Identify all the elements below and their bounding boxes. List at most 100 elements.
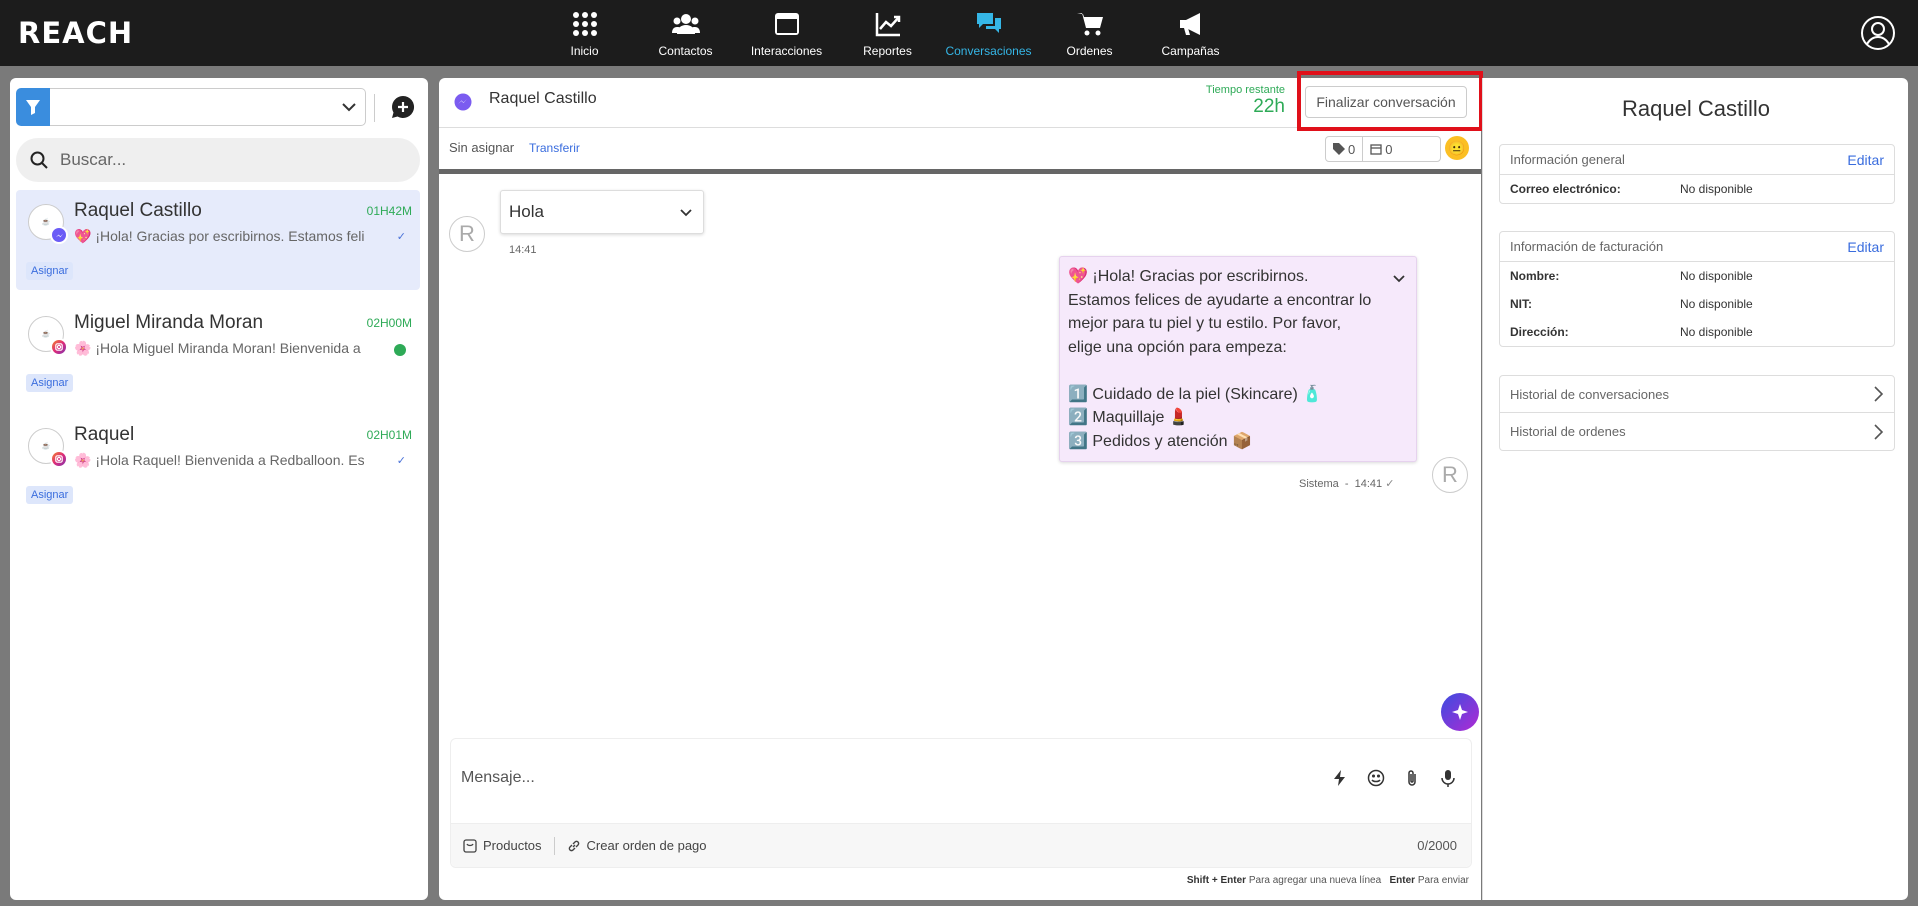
message-composer: Mensaje... Productos Crear orden de pago… bbox=[450, 738, 1472, 868]
megaphone-icon bbox=[1179, 13, 1200, 35]
filter-button[interactable] bbox=[16, 88, 50, 126]
attachment-icon[interactable] bbox=[1403, 769, 1421, 787]
assign-button[interactable]: Asignar bbox=[26, 486, 74, 504]
nav-label: Interacciones bbox=[750, 44, 823, 58]
chat-icon bbox=[976, 13, 1001, 33]
nav-ordenes[interactable]: Ordenes bbox=[1039, 0, 1140, 66]
conversation-time: 02H00M bbox=[366, 316, 412, 330]
reports-icon bbox=[875, 13, 900, 37]
lightning-icon[interactable] bbox=[1331, 769, 1349, 787]
conversation-item[interactable]: ☕ Raquel Castillo 01H42M 💖 ¡Hola! Gracia… bbox=[16, 190, 420, 290]
emoji-icon[interactable]: 😐 bbox=[1445, 136, 1469, 160]
products-button[interactable]: Productos bbox=[451, 838, 554, 853]
filter-row bbox=[16, 88, 420, 126]
conversation-time: 02H01M bbox=[366, 428, 412, 442]
incoming-message[interactable]: Hola bbox=[500, 190, 704, 234]
nav-inicio[interactable]: Inicio bbox=[534, 0, 635, 66]
conversation-time: 01H42M bbox=[366, 204, 412, 218]
assignment-status: Sin asignar bbox=[449, 140, 515, 155]
check-icon: ✓ bbox=[1385, 478, 1395, 490]
microphone-icon[interactable] bbox=[1439, 769, 1457, 787]
hint-key: Shift + Enter bbox=[1186, 875, 1247, 886]
message-time: 14:41 bbox=[509, 244, 537, 256]
messenger-icon bbox=[454, 93, 472, 111]
product-icon bbox=[463, 838, 477, 853]
nav-label: Inicio bbox=[570, 44, 599, 58]
edit-general-link[interactable]: Editar bbox=[1847, 152, 1884, 168]
contacts-icon bbox=[671, 14, 700, 34]
grid-icon bbox=[572, 12, 597, 36]
field-value: No disponible bbox=[1680, 182, 1753, 196]
nav-interacciones[interactable]: Interacciones bbox=[736, 0, 837, 66]
field-label: Correo electrónico: bbox=[1510, 182, 1621, 196]
assign-button[interactable]: Asignar bbox=[26, 262, 74, 280]
filter-icon bbox=[26, 100, 40, 115]
search-input[interactable] bbox=[60, 150, 400, 170]
filter-select[interactable] bbox=[50, 88, 366, 126]
chat-subheader: Sin asignar Transferir 0 0 😐 bbox=[439, 128, 1481, 174]
messenger-icon bbox=[50, 226, 68, 244]
contact-info-panel: Raquel Castillo Información general Edit… bbox=[1482, 78, 1908, 900]
create-order-button[interactable]: Crear orden de pago bbox=[555, 838, 719, 853]
conversation-item[interactable]: ☕ Raquel 02H01M 🌸 ¡Hola Raquel! Bienveni… bbox=[16, 414, 420, 514]
chevron-down-icon[interactable] bbox=[1392, 271, 1406, 285]
card-title: Información general bbox=[1510, 152, 1625, 167]
nav-contactos[interactable]: Contactos bbox=[635, 0, 736, 66]
card-header: Información de facturación Editar bbox=[1500, 232, 1894, 262]
divider bbox=[374, 94, 375, 122]
nav-campanas[interactable]: Campañas bbox=[1140, 0, 1241, 66]
link-label: Historial de conversaciones bbox=[1510, 386, 1669, 402]
keyboard-hint: Shift + Enter Para agregar una nueva lín… bbox=[1187, 875, 1469, 886]
billing-info-card: Información de facturación Editar Nombre… bbox=[1499, 231, 1895, 347]
conversation-history-link[interactable]: Historial de conversaciones bbox=[1499, 375, 1895, 413]
products-label: Productos bbox=[483, 838, 542, 853]
outgoing-message[interactable]: 💖 ¡Hola! Gracias por escribirnos. Estamo… bbox=[1059, 256, 1417, 462]
field-label: Nombre: bbox=[1510, 269, 1560, 283]
nav-label: Ordenes bbox=[1066, 44, 1113, 58]
tags-notes-box: 0 0 bbox=[1325, 136, 1441, 162]
conversation-list-panel: ☕ Raquel Castillo 01H42M 💖 ¡Hola! Gracia… bbox=[10, 78, 428, 900]
reach-logo[interactable]: REACH bbox=[18, 16, 133, 50]
transfer-link[interactable]: Transferir bbox=[529, 141, 580, 155]
instagram-icon bbox=[50, 450, 68, 468]
time-remaining-label: Tiempo restante bbox=[1205, 84, 1285, 96]
message-line: mejor para tu piel y tu estilo. Por favo… bbox=[1068, 315, 1342, 332]
tags-button[interactable]: 0 bbox=[1326, 142, 1362, 157]
nav-label: Reportes bbox=[863, 44, 912, 58]
user-profile-icon[interactable] bbox=[1860, 15, 1896, 51]
message-line bbox=[1068, 359, 1408, 383]
message-line: 2️⃣ Maquillaje 💄 bbox=[1068, 409, 1189, 426]
conversation-item[interactable]: ☕ Miguel Miranda Moran 02H00M 🌸 ¡Hola Mi… bbox=[16, 302, 420, 402]
order-history-link[interactable]: Historial de ordenes bbox=[1499, 413, 1895, 451]
char-count: 0/2000 bbox=[1417, 838, 1457, 853]
composer-tools bbox=[1331, 769, 1457, 787]
nav-conversaciones[interactable]: Conversaciones bbox=[938, 0, 1039, 66]
info-row: Correo electrónico: No disponible bbox=[1500, 175, 1894, 203]
message-line: 3️⃣ Pedidos y atención 📦 bbox=[1068, 432, 1252, 450]
info-row: NIT: No disponible bbox=[1500, 290, 1894, 318]
ai-sparkle-button[interactable] bbox=[1441, 693, 1479, 731]
edit-billing-link[interactable]: Editar bbox=[1847, 239, 1884, 255]
emoji-icon[interactable] bbox=[1367, 769, 1385, 787]
online-indicator bbox=[394, 344, 406, 356]
chevron-down-icon[interactable] bbox=[679, 205, 693, 219]
field-label: Dirección: bbox=[1510, 325, 1569, 339]
conversation-name: Miguel Miranda Moran bbox=[74, 312, 264, 333]
nav-label: Contactos bbox=[658, 44, 713, 58]
assign-button[interactable]: Asignar bbox=[26, 374, 74, 392]
message-input[interactable]: Mensaje... bbox=[461, 769, 535, 787]
general-info-card: Información general Editar Correo electr… bbox=[1499, 144, 1895, 204]
time-remaining: Tiempo restante 22h bbox=[1206, 84, 1285, 118]
message-meta: Sistema - 14:41 ✓ bbox=[1299, 477, 1394, 490]
field-label: NIT: bbox=[1510, 297, 1532, 311]
nav-label: Campañas bbox=[1161, 44, 1220, 58]
field-value: No disponible bbox=[1680, 325, 1753, 339]
notes-count: 0 bbox=[1385, 141, 1393, 157]
new-chat-icon[interactable] bbox=[391, 95, 415, 119]
calendar-icon bbox=[1370, 144, 1382, 155]
notes-button[interactable]: 0 bbox=[1362, 136, 1399, 162]
nav-reportes[interactable]: Reportes bbox=[837, 0, 938, 66]
top-navbar: REACH Inicio Contactos Interacciones Rep… bbox=[0, 0, 1918, 66]
hint-key: Enter bbox=[1389, 875, 1416, 886]
chat-panel: Raquel Castillo Tiempo restante 22h Fina… bbox=[439, 71, 1483, 900]
